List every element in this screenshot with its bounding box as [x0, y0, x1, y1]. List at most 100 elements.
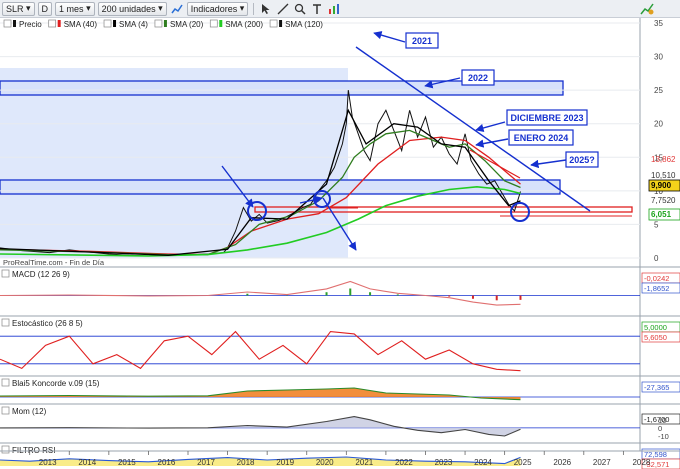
units-selector[interactable]: 200 unidades ▾: [97, 1, 167, 16]
period-label: 1 mes: [59, 3, 84, 14]
chart-area: 0510152025303520212022DICIEMBRE 2023ENER…: [0, 18, 680, 469]
annotation-label: DICIEMBRE 2023: [510, 113, 583, 123]
chart-type-button[interactable]: D: [37, 1, 53, 16]
x-tick-label: 2026: [553, 458, 571, 467]
panel-checkbox: [1, 445, 10, 454]
panel-label: Estocástico (26 8 5): [12, 319, 83, 328]
y-tick-label: 0: [654, 254, 659, 263]
annotation-label: 2025?: [569, 155, 595, 165]
chart-source: ProRealTime.com - Fin de Día: [3, 258, 105, 267]
price-label: 6,051: [651, 210, 672, 219]
x-tick-label: 2028: [632, 458, 650, 467]
y-tick-label: 30: [654, 53, 663, 62]
legend-item: SMA (40): [64, 20, 98, 29]
chevron-down-icon: ▾: [155, 3, 163, 13]
x-tick-label: 2024: [474, 458, 492, 467]
legend-checkbox: [48, 19, 57, 28]
x-tick-label: 2023: [435, 458, 453, 467]
consolidation-zone: [0, 68, 348, 258]
panel-checkbox: [1, 406, 10, 415]
macd-histogram-bar: [349, 288, 352, 296]
legend-swatch: [57, 20, 61, 27]
legend-checkbox: [209, 19, 218, 28]
legend-swatch: [113, 20, 117, 27]
panel-label: MACD (12 26 9): [12, 270, 70, 279]
y-tick-label: 20: [654, 120, 663, 129]
macd-histogram-bar: [369, 292, 372, 296]
text-tool-icon[interactable]: [310, 2, 324, 16]
cursor-icon[interactable]: [259, 2, 273, 16]
panel-label: Mom (12): [12, 407, 47, 416]
legend-item: Precio: [19, 20, 42, 29]
legend-checkbox: [154, 19, 163, 28]
x-tick-label: 2027: [593, 458, 611, 467]
macd-histogram-bar: [325, 292, 328, 296]
panel-y-tick: -10: [658, 432, 669, 441]
chevron-down-icon: ▾: [237, 3, 245, 13]
panel-price-label: -27,365: [644, 383, 669, 392]
legend-checkbox: [269, 19, 278, 28]
x-tick-label: 2015: [118, 458, 136, 467]
macd-histogram-bar: [471, 295, 474, 299]
price-label: 13,862: [651, 155, 676, 164]
legend-item: SMA (200): [225, 20, 263, 29]
price-label: 9,900: [651, 181, 672, 190]
toolbar-separator: [253, 2, 255, 15]
zoom-icon[interactable]: [293, 2, 307, 16]
draw-tools-icon[interactable]: [276, 2, 290, 16]
annotation-label: 2021: [412, 36, 432, 46]
x-tick-label: 2019: [276, 458, 294, 467]
panel-price-label: 5,6050: [644, 333, 667, 342]
chevron-down-icon: ▾: [83, 3, 91, 13]
macd-histogram-bar: [495, 295, 498, 301]
x-tick-label: 2013: [39, 458, 57, 467]
indicators-label: Indicadores: [190, 3, 238, 14]
legend-swatch: [219, 20, 223, 27]
symbol-label: SLR: [6, 3, 24, 14]
panel-price-label: -1,8652: [644, 284, 669, 293]
macd-histogram-bar: [396, 294, 399, 296]
price-label: 7,7520: [651, 196, 676, 205]
legend-item: SMA (4): [119, 20, 148, 29]
x-tick-label: 2018: [237, 458, 255, 467]
panel-price-label: -0,0242: [644, 274, 669, 283]
x-tick-label: 2020: [316, 458, 334, 467]
x-tick-label: 2021: [355, 458, 373, 467]
price-label: 10,510: [651, 171, 676, 180]
annotation-label: 2022: [468, 73, 488, 83]
macd-histogram-bar: [448, 295, 451, 297]
y-tick-label: 35: [654, 19, 663, 28]
chart-type-label: D: [41, 3, 49, 14]
indicator-settings-icon[interactable]: [327, 2, 341, 16]
symbol-selector[interactable]: SLR ▾: [2, 1, 35, 16]
units-label: 200 unidades: [101, 3, 156, 14]
x-tick-label: 2022: [395, 458, 413, 467]
macd-histogram-bar: [519, 295, 522, 300]
x-tick-label: 2017: [197, 458, 215, 467]
panel-label: Blai5 Koncorde v.09 (15): [12, 379, 100, 388]
legend-checkbox: [103, 19, 112, 28]
legend-item: SMA (20): [170, 20, 204, 29]
legend-swatch: [163, 20, 167, 27]
y-tick-label: 25: [654, 86, 663, 95]
x-tick-label: 2025: [514, 458, 532, 467]
period-selector[interactable]: 1 mes ▾: [55, 1, 95, 16]
indicators-icon[interactable]: [170, 2, 184, 16]
legend-swatch: [279, 20, 283, 27]
indicators-menu[interactable]: Indicadores ▾: [186, 1, 249, 16]
y-tick-label: 5: [654, 220, 659, 229]
chevron-down-icon: ▾: [23, 3, 31, 13]
panel-price-label: 5,0000: [644, 323, 667, 332]
panel-checkbox: [1, 378, 10, 387]
legend-swatch: [13, 20, 16, 27]
x-tick-label: 2016: [158, 458, 176, 467]
macd-histogram-bar: [246, 293, 249, 296]
x-tick-label: 2014: [78, 458, 96, 467]
panel-checkbox: [1, 269, 10, 278]
legend-item: SMA (120): [285, 20, 323, 29]
toolbar: SLR ▾ D 1 mes ▾ 200 unidades ▾ Indicador…: [0, 0, 680, 18]
legend-checkbox: [3, 19, 12, 28]
panel-checkbox: [1, 318, 10, 327]
annotation-label: ENERO 2024: [514, 133, 569, 143]
trend-icon[interactable]: [640, 2, 654, 16]
